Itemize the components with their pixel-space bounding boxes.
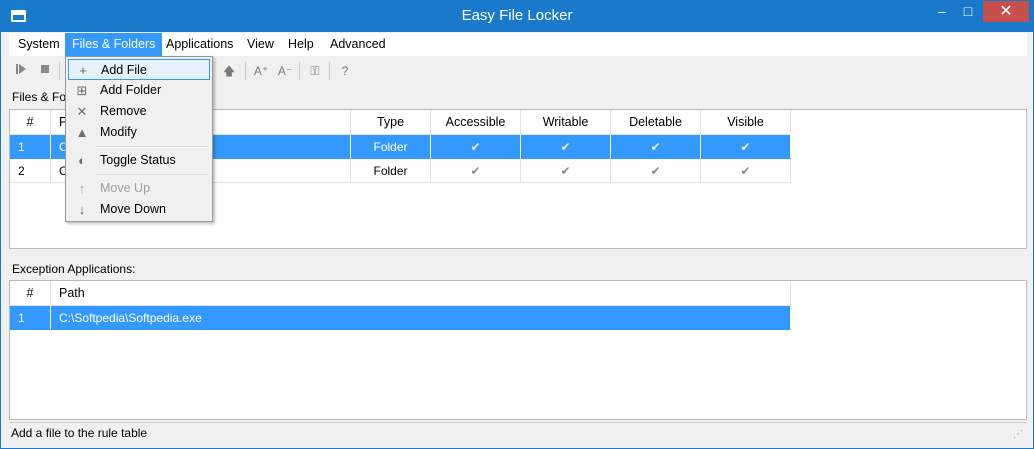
row-number: 1: [10, 135, 51, 159]
visible-check-cell[interactable]: ✔: [701, 135, 791, 159]
menu-separator: [96, 174, 208, 175]
add-folder-icon: ⊞: [76, 83, 88, 98]
files-folders-dropdown: + Add File ⊞ Add Folder ✕ Remove ▲ Modif…: [65, 56, 213, 222]
toggle-status-icon: ◐: [78, 153, 86, 168]
menu-item-add-file[interactable]: + Add File: [68, 59, 210, 80]
toolbar-separator: [245, 62, 246, 80]
column-header-number[interactable]: #: [10, 110, 51, 135]
table-row[interactable]: 1 C:\Softpedia\Softpedia.exe: [10, 306, 791, 330]
menu-item-label: Modify: [100, 125, 137, 139]
play-icon[interactable]: [13, 63, 29, 79]
check-icon: ✔: [560, 140, 571, 154]
writable-check-cell[interactable]: ✔: [521, 159, 611, 183]
minimize-button[interactable]: –: [929, 1, 955, 22]
move-up-toolbar-icon[interactable]: 🡅: [221, 63, 237, 79]
menu-item-label: Move Down: [100, 202, 166, 216]
toolbar-separator: [299, 62, 300, 80]
column-header-path[interactable]: Path: [51, 281, 791, 306]
font-increase-icon[interactable]: A⁺: [253, 63, 269, 79]
menu-item-label: Add File: [101, 63, 147, 77]
check-icon: ✔: [650, 140, 661, 154]
deletable-check-cell[interactable]: ✔: [611, 159, 701, 183]
resize-grip-icon[interactable]: ⋰: [1013, 429, 1023, 440]
title-bar[interactable]: Easy File Locker – □ ✕: [1, 1, 1033, 32]
key-icon[interactable]: ⚿: [307, 63, 323, 79]
help-icon[interactable]: ?: [337, 63, 353, 79]
arrow-down-icon: ↓: [78, 202, 86, 217]
check-icon: ✔: [470, 164, 481, 178]
remove-icon: ✕: [76, 104, 88, 119]
menu-item-label: Remove: [100, 104, 147, 118]
column-header-type[interactable]: Type: [351, 110, 431, 135]
modify-icon: ▲: [75, 125, 89, 140]
exceptions-section-label: Exception Applications:: [12, 262, 136, 276]
arrow-up-icon: ↑: [78, 181, 86, 196]
writable-check-cell[interactable]: ✔: [521, 135, 611, 159]
status-bar: Add a file to the rule table: [9, 422, 1027, 442]
menu-system[interactable]: System: [11, 33, 67, 56]
menu-applications[interactable]: Applications: [159, 33, 240, 56]
row-number: 1: [10, 306, 51, 330]
stop-icon[interactable]: [37, 63, 53, 79]
menu-advanced[interactable]: Advanced: [323, 33, 393, 56]
row-type: Folder: [351, 159, 431, 183]
menu-item-remove[interactable]: ✕ Remove: [68, 101, 210, 122]
app-window: Easy File Locker – □ ✕ System Files & Fo…: [0, 0, 1034, 449]
check-icon: ✔: [740, 140, 751, 154]
menu-item-add-folder[interactable]: ⊞ Add Folder: [68, 80, 210, 101]
accessible-check-cell[interactable]: ✔: [431, 159, 521, 183]
plus-icon: +: [79, 63, 87, 78]
check-icon: ✔: [740, 164, 751, 178]
menu-bar: System Files & Folders Applications View…: [9, 33, 1027, 56]
close-button[interactable]: ✕: [983, 1, 1029, 22]
exceptions-table: # Path 1 C:\Softpedia\Softpedia.exe: [9, 280, 1027, 420]
menu-separator: [96, 146, 208, 147]
column-header-writable[interactable]: Writable: [521, 110, 611, 135]
menu-item-move-down[interactable]: ↓ Move Down: [68, 199, 210, 220]
menu-item-label: Move Up: [100, 181, 151, 195]
menu-files-folders[interactable]: Files & Folders: [65, 33, 163, 56]
menu-view[interactable]: View: [240, 33, 281, 56]
row-path: C:\Softpedia\Softpedia.exe: [51, 306, 791, 330]
menu-item-label: Add Folder: [100, 83, 162, 97]
font-decrease-icon[interactable]: A⁻: [277, 63, 293, 79]
menu-help[interactable]: Help: [281, 33, 321, 56]
menu-item-move-up[interactable]: ↑ Move Up: [68, 178, 210, 199]
row-number: 2: [10, 159, 51, 183]
column-header-number[interactable]: #: [10, 281, 51, 306]
menu-item-modify[interactable]: ▲ Modify: [68, 122, 210, 143]
check-icon: ✔: [650, 164, 661, 178]
column-header-accessible[interactable]: Accessible: [431, 110, 521, 135]
toolbar-separator: [59, 62, 60, 80]
row-type: Folder: [351, 135, 431, 159]
column-header-deletable[interactable]: Deletable: [611, 110, 701, 135]
check-icon: ✔: [470, 140, 481, 154]
column-header-visible[interactable]: Visible: [701, 110, 791, 135]
window-title: Easy File Locker: [461, 7, 573, 24]
visible-check-cell[interactable]: ✔: [701, 159, 791, 183]
toolbar-separator: [329, 62, 330, 80]
menu-item-label: Toggle Status: [100, 153, 176, 167]
accessible-check-cell[interactable]: ✔: [431, 135, 521, 159]
menu-item-toggle-status[interactable]: ◐ Toggle Status: [68, 150, 210, 171]
deletable-check-cell[interactable]: ✔: [611, 135, 701, 159]
maximize-button[interactable]: □: [955, 1, 981, 22]
check-icon: ✔: [560, 164, 571, 178]
